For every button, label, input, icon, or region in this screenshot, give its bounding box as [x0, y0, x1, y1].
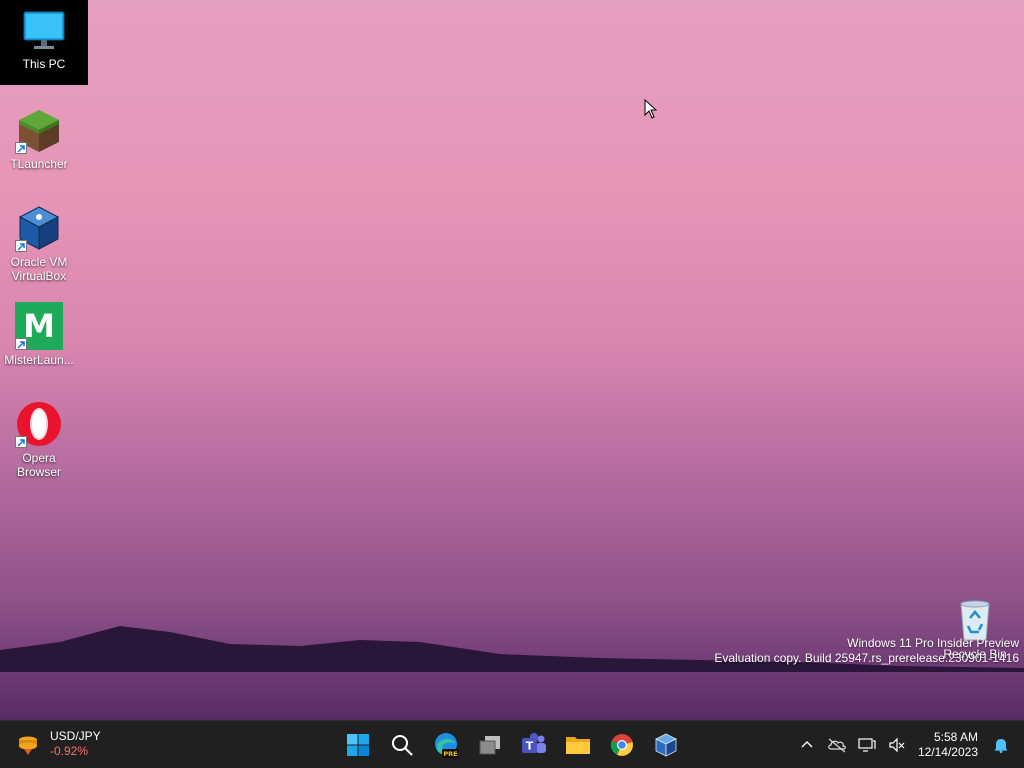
opera-icon	[15, 400, 63, 448]
onedrive-offline-icon	[828, 738, 846, 753]
chrome-button[interactable]	[600, 725, 644, 765]
shortcut-arrow-icon	[15, 338, 27, 350]
desktop-icon-tlauncher[interactable]: TLauncher	[1, 100, 77, 171]
widget-currency-pair: USD/JPY	[50, 729, 101, 743]
task-view-button[interactable]	[468, 725, 512, 765]
watermark-build: Evaluation copy. Build 25947.rs_prerelea…	[714, 651, 1019, 665]
clock-time: 5:58 AM	[933, 730, 978, 744]
monitor-icon	[20, 6, 68, 54]
teams-letter: T	[526, 740, 534, 753]
watermark-edition: Windows 11 Pro Insider Preview	[847, 636, 1019, 650]
edge-badge-text: PRE	[443, 750, 457, 758]
show-hidden-icons-button[interactable]	[792, 725, 822, 765]
chevron-up-icon	[801, 741, 813, 748]
search-icon	[392, 735, 413, 756]
windows-watermark: Windows 11 Pro Insider Preview Evaluatio…	[714, 636, 1019, 666]
shortcut-arrow-icon	[15, 240, 27, 252]
teams-icon: T	[522, 733, 546, 753]
volume-muted-icon	[889, 737, 905, 753]
file-explorer-icon	[566, 737, 590, 754]
desktop-icon-label: Opera Browser	[16, 451, 61, 479]
volume-button[interactable]	[882, 725, 912, 765]
virtualbox-button[interactable]	[644, 725, 688, 765]
desktop-icon-label: MisterLaun...	[4, 353, 74, 367]
grass-block-icon	[15, 106, 63, 154]
onedrive-button[interactable]	[822, 725, 852, 765]
task-view-icon	[479, 736, 500, 755]
misterlauncher-letter: M	[23, 307, 55, 345]
taskbar-apps: PRE T	[336, 725, 688, 765]
start-icon	[347, 734, 369, 756]
network-button[interactable]	[852, 725, 882, 765]
desktop-icon-misterlauncher[interactable]: M MisterLaun...	[1, 296, 77, 367]
widget-currency-change: -0.92%	[50, 744, 89, 758]
desktop-icon-opera[interactable]: Opera Browser	[1, 394, 77, 479]
network-icon	[858, 738, 876, 752]
search-button[interactable]	[380, 725, 424, 765]
currency-icon	[19, 736, 37, 755]
desktop[interactable]: This PC TLauncher Oracle VM VirtualBox M…	[0, 0, 1024, 720]
teams-button[interactable]: T	[512, 725, 556, 765]
desktop-icon-this-pc[interactable]: This PC	[0, 0, 88, 85]
desktop-icon-label: TLauncher	[10, 157, 68, 171]
file-explorer-button[interactable]	[556, 725, 600, 765]
desktop-icon-virtualbox[interactable]: Oracle VM VirtualBox	[1, 198, 77, 283]
virtualbox-icon	[15, 204, 63, 252]
desktop-icon-label: Oracle VM VirtualBox	[10, 255, 68, 283]
mouse-pointer-icon	[644, 99, 658, 119]
taskbar: USD/JPY -0.92% PRE T 5:58 AM 12/14/2023	[0, 720, 1024, 768]
shortcut-arrow-icon	[15, 436, 27, 448]
widgets-button[interactable]: USD/JPY -0.92%	[16, 729, 101, 759]
bell-icon	[995, 739, 1007, 753]
virtualbox-icon	[655, 733, 677, 757]
system-tray: 5:58 AM 12/14/2023	[792, 721, 1024, 768]
edge-button[interactable]: PRE	[424, 725, 468, 765]
misterlauncher-icon: M	[15, 302, 63, 350]
shortcut-arrow-icon	[15, 142, 27, 154]
desktop-icon-label: This PC	[22, 57, 66, 71]
chrome-icon	[610, 734, 633, 756]
notifications-button[interactable]	[986, 725, 1016, 765]
clock-date: 12/14/2023	[917, 745, 978, 759]
clock[interactable]: 5:58 AM 12/14/2023	[912, 730, 986, 760]
start-button[interactable]	[336, 725, 380, 765]
edge-pre-icon: PRE	[435, 733, 459, 758]
